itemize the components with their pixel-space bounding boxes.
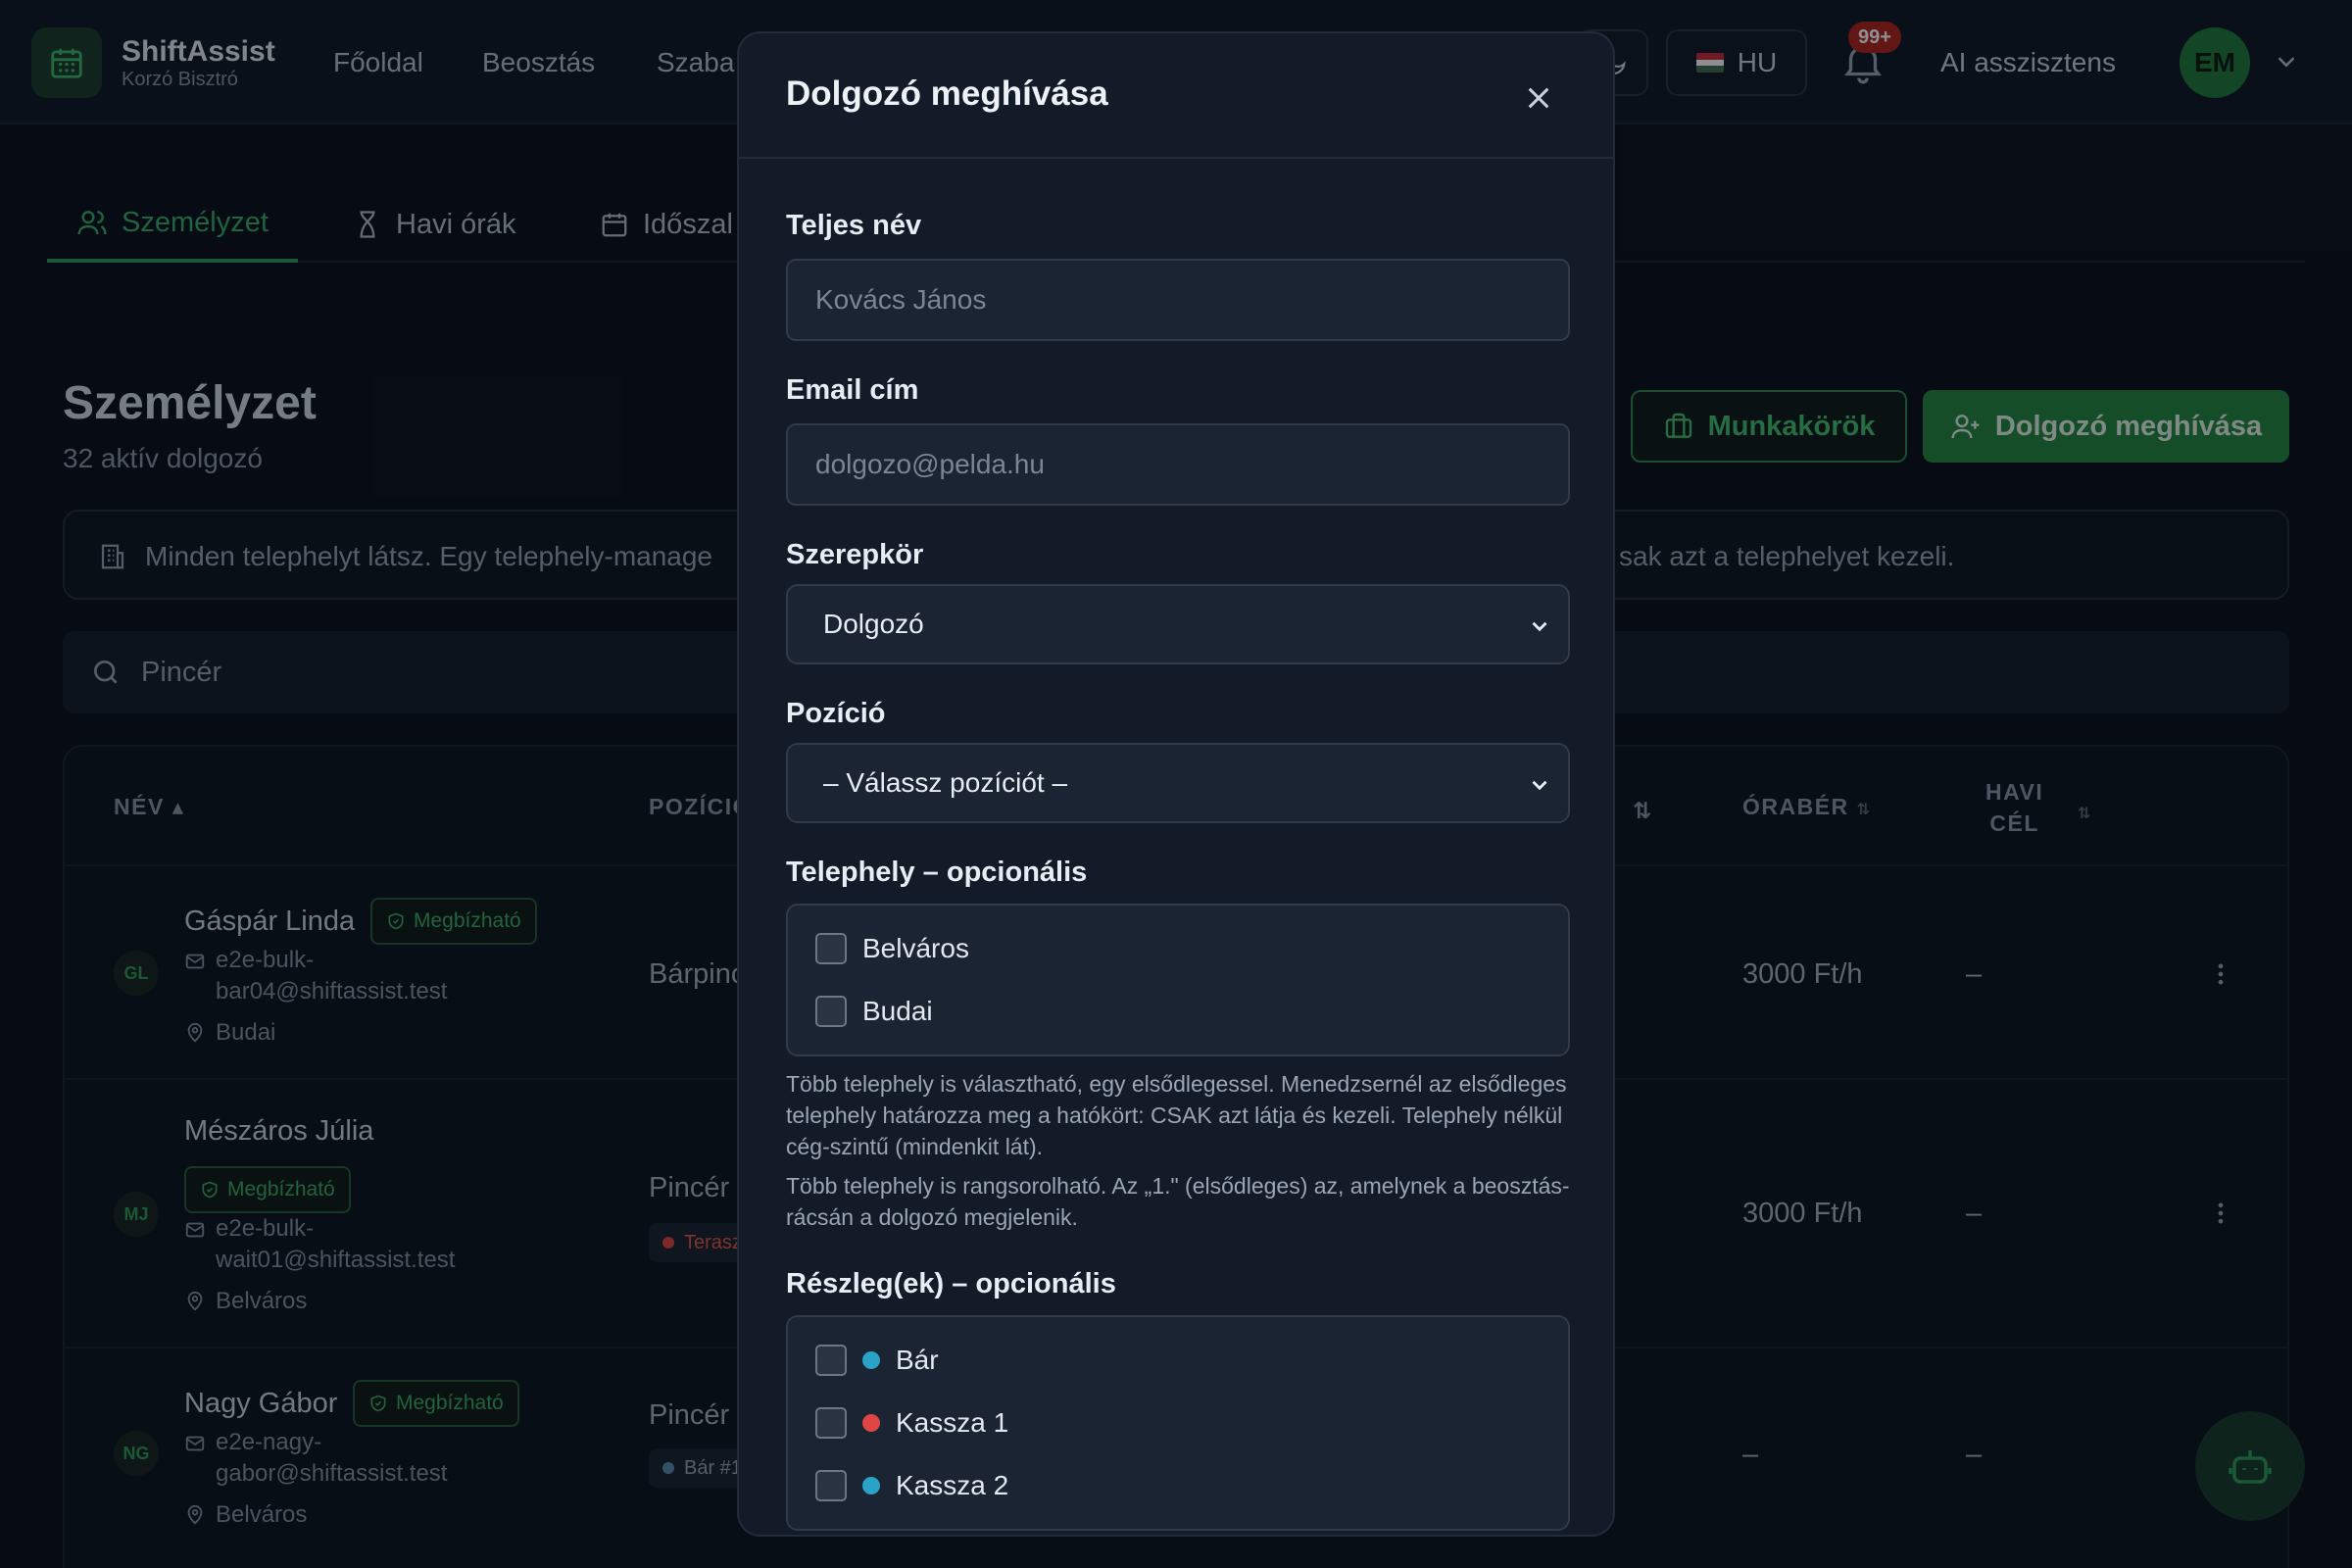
position-selected-value: – Válassz pozíciót –: [823, 767, 1068, 798]
site-option-belvaros[interactable]: Belváros: [815, 933, 969, 964]
email-label: Email cím: [786, 374, 919, 406]
position-select[interactable]: – Válassz pozíciót –: [786, 743, 1570, 823]
position-label: Pozíció: [786, 698, 886, 729]
department-color-dot: [862, 1414, 880, 1432]
site-option-budai[interactable]: Budai: [815, 996, 933, 1027]
site-checkbox-group: Belváros Budai: [786, 904, 1570, 1056]
site-option-label: Budai: [862, 996, 933, 1026]
checkbox[interactable]: [815, 1470, 847, 1501]
department-option-kassza-1[interactable]: Kassza 1: [815, 1407, 1008, 1439]
site-help-text: Több telephely is választható, egy elsőd…: [786, 1071, 1567, 1159]
site-option-label: Belváros: [862, 933, 969, 963]
role-select[interactable]: Dolgozó: [786, 584, 1570, 664]
department-option-label: Bár: [896, 1345, 939, 1375]
checkbox[interactable]: [815, 996, 847, 1027]
checkbox[interactable]: [815, 933, 847, 964]
checkbox[interactable]: [815, 1407, 847, 1439]
modal-header: Dolgozó meghívása: [739, 33, 1613, 159]
role-label: Szerepkör: [786, 539, 924, 570]
email-input[interactable]: [786, 423, 1570, 506]
full-name-input[interactable]: [786, 259, 1570, 341]
department-option-kassza-2[interactable]: Kassza 2: [815, 1470, 1008, 1501]
full-name-label: Teljes név: [786, 210, 922, 241]
close-icon[interactable]: [1517, 76, 1560, 120]
department-option-label: Kassza 2: [896, 1470, 1009, 1500]
role-selected-value: Dolgozó: [823, 609, 924, 639]
checkbox[interactable]: [815, 1345, 847, 1376]
chevron-down-icon: [1532, 780, 1547, 791]
department-label: Részleg(ek) – opcionális: [786, 1268, 1116, 1299]
department-option-label: Kassza 1: [896, 1407, 1009, 1438]
chevron-down-icon: [1532, 621, 1547, 632]
department-checkbox-group: Bár Kassza 1 Kassza 2: [786, 1315, 1570, 1531]
site-ranking-help-text: Több telephely is rangsorolható. Az „1."…: [786, 1173, 1570, 1230]
department-option-bar[interactable]: Bár: [815, 1345, 939, 1376]
invite-employee-modal: Dolgozó meghívása Teljes név Email cím S…: [737, 31, 1615, 1537]
modal-title: Dolgozó meghívása: [786, 74, 1108, 113]
department-color-dot: [862, 1351, 880, 1369]
department-color-dot: [862, 1477, 880, 1494]
site-label: Telephely – opcionális: [786, 857, 1088, 888]
